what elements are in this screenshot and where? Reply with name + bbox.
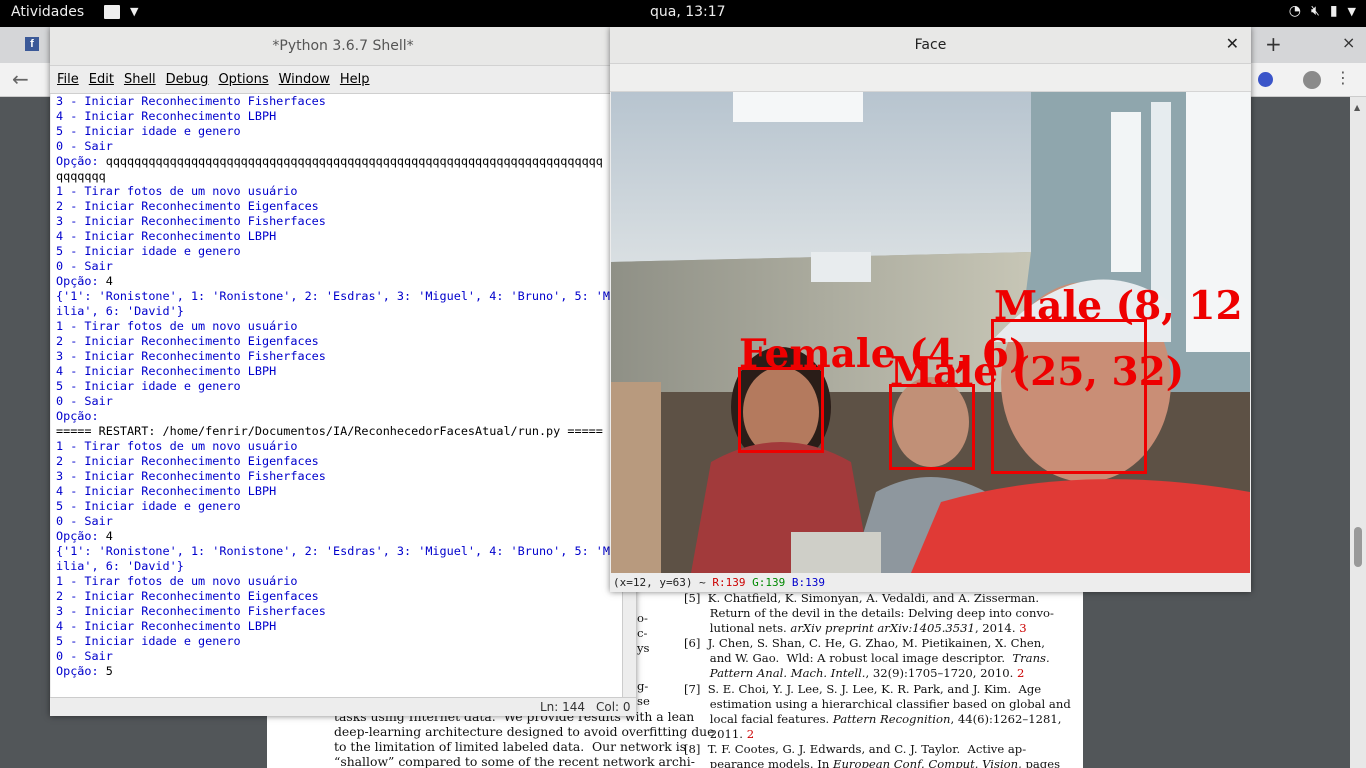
shell-line: 3 - Iniciar Reconhecimento Fisherfaces bbox=[56, 469, 326, 483]
window-title[interactable]: Face bbox=[610, 27, 1251, 64]
profile-avatar[interactable] bbox=[1303, 71, 1321, 89]
shell-line: 3 - Iniciar Reconhecimento Fisherfaces bbox=[56, 349, 326, 363]
scrollbar-thumb[interactable] bbox=[1354, 527, 1362, 567]
left-column-text: tasks using Internet data. We provide re… bbox=[334, 709, 715, 768]
facebook-icon[interactable]: f bbox=[25, 37, 39, 51]
menu-options[interactable]: Options bbox=[218, 72, 276, 87]
reference-6: [6] J. Chen, S. Shan, C. He, G. Zhao, M.… bbox=[684, 636, 1050, 680]
left-column-fragments: o- c- ys bbox=[637, 611, 650, 655]
shell-line: 2 - Iniciar Reconhecimento Eigenfaces bbox=[56, 334, 319, 348]
shell-line: 1 - Tirar fotos de um novo usuário bbox=[56, 574, 298, 588]
shell-line: Opção: 5 bbox=[56, 664, 622, 679]
shell-line: 0 - Sair bbox=[56, 394, 113, 408]
menu-edit[interactable]: Edit bbox=[89, 72, 122, 87]
wifi-icon: ◔ bbox=[1288, 3, 1301, 19]
menu-shell[interactable]: Shell bbox=[124, 72, 164, 87]
camera-frame[interactable]: Female (4, 6) Male (25, 32) Male (8, 12 bbox=[611, 92, 1250, 573]
volume-icon: 🔇︎ bbox=[1310, 3, 1320, 19]
reference-5: [5] K. Chatfield, K. Simonyan, A. Vedald… bbox=[684, 591, 1054, 635]
shell-line: Opção: 4 bbox=[56, 274, 622, 289]
shell-prompt: Opção: bbox=[56, 154, 99, 168]
menu-debug[interactable]: Debug bbox=[166, 72, 217, 87]
shell-line: 4 - Iniciar Reconhecimento LBPH bbox=[56, 484, 277, 498]
back-arrow-icon[interactable]: ← bbox=[12, 67, 29, 91]
shell-line: 3 - Iniciar Reconhecimento Fisherfaces bbox=[56, 604, 326, 618]
scroll-up-icon[interactable]: ▲ bbox=[1354, 103, 1360, 112]
menu-dots-icon[interactable]: ⋮ bbox=[1335, 68, 1351, 87]
close-icon[interactable]: × bbox=[1342, 33, 1355, 52]
extension-icon[interactable] bbox=[1258, 72, 1273, 87]
shell-line: qqqqqqq bbox=[56, 169, 106, 183]
clock[interactable]: qua, 13:17 bbox=[650, 4, 726, 20]
pixel-info-status: (x=12, y=63) ~ R:139 G:139 B:139 bbox=[610, 573, 1251, 592]
battery-icon: ▮ bbox=[1329, 3, 1338, 19]
shell-prompt: Opção: bbox=[56, 529, 99, 543]
menu-bar: File Edit Shell Debug Options Window Hel… bbox=[50, 66, 636, 94]
close-icon[interactable]: ✕ bbox=[1226, 34, 1239, 53]
column-number: Col: 0 bbox=[596, 700, 631, 714]
shell-line: 4 - Iniciar Reconhecimento LBPH bbox=[56, 229, 277, 243]
shell-input: 4 bbox=[98, 274, 113, 288]
shell-line: ilia', 6: 'David'} bbox=[56, 559, 184, 573]
shell-line: 5 - Iniciar idade e genero bbox=[56, 634, 241, 648]
face-window[interactable]: Face ✕ Female (4, 6) Male (25, 32) Male … bbox=[610, 27, 1251, 592]
shell-line: 0 - Sair bbox=[56, 139, 113, 153]
shell-line: 2 - Iniciar Reconhecimento Eigenfaces bbox=[56, 199, 319, 213]
app-menu-icon[interactable] bbox=[104, 5, 120, 19]
shell-line: 1 - Tirar fotos de um novo usuário bbox=[56, 439, 298, 453]
shell-line: 5 - Iniciar idade e genero bbox=[56, 124, 241, 138]
reference-7: [7] S. E. Choi, Y. J. Lee, S. J. Lee, K.… bbox=[684, 682, 1071, 741]
python-shell-window[interactable]: *Python 3.6.7 Shell* File Edit Shell Deb… bbox=[50, 27, 636, 716]
shell-line: 4 - Iniciar Reconhecimento LBPH bbox=[56, 364, 277, 378]
shell-text-area[interactable]: 3 - Iniciar Reconhecimento Fisherfaces 4 … bbox=[51, 94, 622, 697]
shell-line: 2 - Iniciar Reconhecimento Eigenfaces bbox=[56, 454, 319, 468]
menu-file[interactable]: File bbox=[57, 72, 87, 87]
shell-prompt: Opção: bbox=[56, 274, 99, 288]
chevron-down-icon: ▼ bbox=[1347, 5, 1356, 18]
shell-line: 0 - Sair bbox=[56, 514, 113, 528]
face-label-male-2: Male (8, 12 bbox=[994, 283, 1243, 329]
left-column-fragments-2: g- se bbox=[637, 679, 650, 708]
shell-prompt: Opção: bbox=[56, 664, 99, 678]
shell-line: 2 - Iniciar Reconhecimento Eigenfaces bbox=[56, 589, 319, 603]
status-bar: Ln: 144 Col: 0 bbox=[50, 697, 636, 716]
shell-line: Opção: bbox=[56, 409, 99, 423]
shell-line: Opção: qqqqqqqqqqqqqqqqqqqqqqqqqqqqqqqqq… bbox=[56, 154, 622, 169]
shell-line: 5 - Iniciar idade e genero bbox=[56, 379, 241, 393]
shell-line: 1 - Tirar fotos de um novo usuário bbox=[56, 184, 298, 198]
shell-line: 1 - Tirar fotos de um novo usuário bbox=[56, 319, 298, 333]
shell-line: ilia', 6: 'David'} bbox=[56, 304, 184, 318]
shell-line: {'1': 'Ronistone', 1: 'Ronistone', 2: 'E… bbox=[56, 289, 618, 303]
shell-line: 4 - Iniciar Reconhecimento LBPH bbox=[56, 109, 277, 123]
shell-input: 4 bbox=[98, 529, 113, 543]
shell-line: 5 - Iniciar idade e genero bbox=[56, 499, 241, 513]
shell-line: 4 - Iniciar Reconhecimento LBPH bbox=[56, 619, 277, 633]
chevron-down-icon[interactable]: ▼ bbox=[130, 5, 138, 18]
face-label-male-1: Male (25, 32) bbox=[890, 349, 1185, 395]
face-toolbar bbox=[610, 64, 1251, 92]
shell-input: qqqqqqqqqqqqqqqqqqqqqqqqqqqqqqqqqqqqqqqq… bbox=[98, 154, 603, 168]
system-tray[interactable]: ◔ 🔇︎ ▮ ▼ bbox=[1289, 3, 1356, 19]
shell-line: ===== RESTART: /home/fenrir/Documentos/I… bbox=[56, 424, 603, 438]
shell-line: 3 - Iniciar Reconhecimento Fisherfaces bbox=[56, 94, 326, 108]
gnome-top-bar: Atividades ▼ qua, 13:17 ◔ 🔇︎ ▮ ▼ bbox=[0, 0, 1366, 27]
menu-window[interactable]: Window bbox=[279, 72, 338, 87]
reference-8: [8] T. F. Cootes, G. J. Edwards, and C. … bbox=[684, 742, 1061, 768]
menu-help[interactable]: Help bbox=[340, 72, 378, 87]
shell-line: Opção: 4 bbox=[56, 529, 622, 544]
shell-line: {'1': 'Ronistone', 1: 'Ronistone', 2: 'E… bbox=[56, 544, 618, 558]
new-tab-button[interactable]: + bbox=[1265, 32, 1282, 56]
shell-line: 0 - Sair bbox=[56, 259, 113, 273]
shell-line: 3 - Iniciar Reconhecimento Fisherfaces bbox=[56, 214, 326, 228]
face-box-male-1 bbox=[889, 384, 975, 470]
face-box-female bbox=[738, 367, 824, 453]
shell-line: 0 - Sair bbox=[56, 649, 113, 663]
line-number: Ln: 144 bbox=[540, 700, 586, 714]
pdf-scrollbar[interactable]: ▲ bbox=[1350, 97, 1366, 768]
shell-input: 5 bbox=[98, 664, 113, 678]
shell-line: 5 - Iniciar idade e genero bbox=[56, 244, 241, 258]
activities-button[interactable]: Atividades bbox=[11, 4, 84, 20]
window-title[interactable]: *Python 3.6.7 Shell* bbox=[50, 27, 636, 66]
